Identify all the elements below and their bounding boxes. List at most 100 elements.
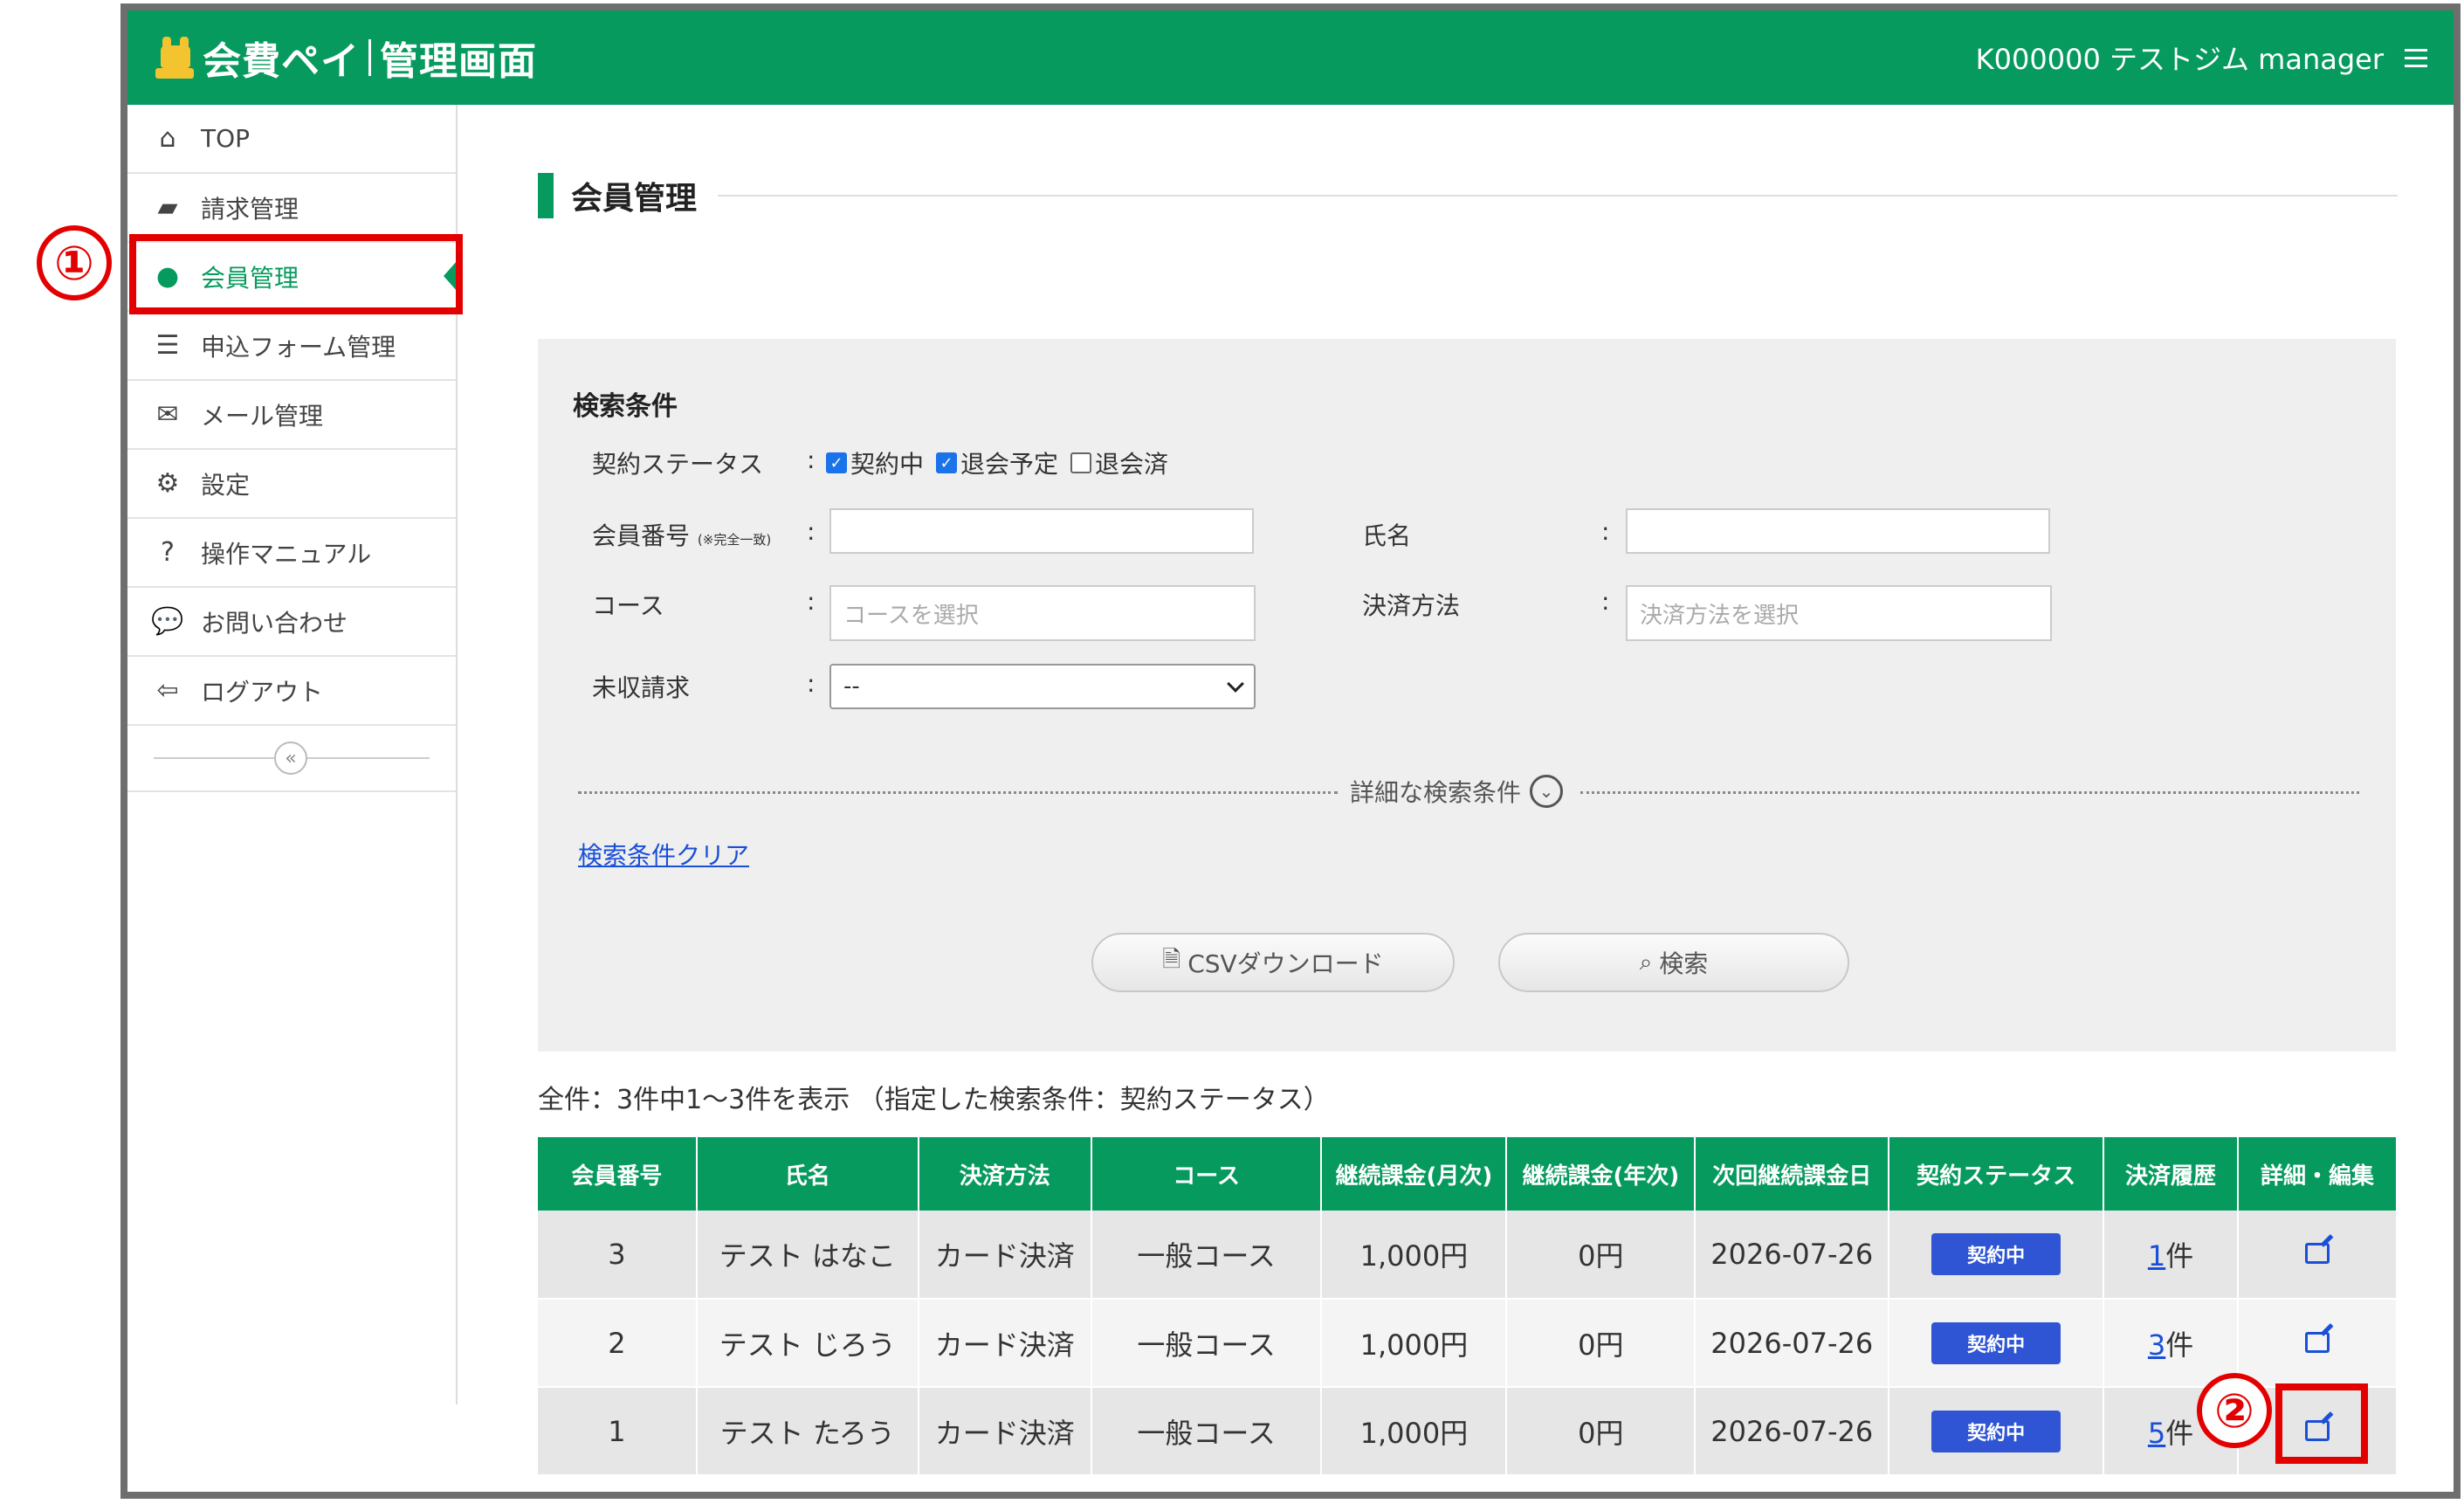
status-active-checkbox[interactable]: ✓ <box>826 452 847 473</box>
payment-label: 決済方法 <box>1362 591 1461 620</box>
list-icon: ☰ <box>155 330 180 361</box>
sidebar-item-label: ログアウト <box>201 677 324 707</box>
payment-select[interactable]: 決済方法を選択 <box>1626 585 2052 641</box>
course-cell: 一般コース <box>1091 1387 1323 1476</box>
member-no-cell: 1 <box>538 1387 698 1476</box>
collapse-sidebar-button[interactable]: « <box>274 742 307 775</box>
status-cell: 契約中 <box>1889 1387 2105 1476</box>
account-name[interactable]: K000000 テストジム manager <box>1976 38 2384 78</box>
monthly-cell: 1,000円 <box>1321 1299 1508 1388</box>
sidebar-item-logout[interactable]: ⇦ ログアウト <box>127 657 456 726</box>
column-header[interactable]: 次回継続課金日 <box>1695 1137 1890 1211</box>
yearly-cell: 0円 <box>1506 1211 1697 1300</box>
column-header[interactable]: 決済履歴 <box>2103 1137 2240 1211</box>
sidebar-item-label: 設定 <box>201 470 251 500</box>
sidebar-item-top[interactable]: ⌂ TOP <box>127 105 456 174</box>
edit-cell <box>2238 1211 2398 1300</box>
colon: : <box>807 445 816 474</box>
edit-icon[interactable] <box>2305 1331 2330 1353</box>
history-unit: 件 <box>2165 1328 2194 1362</box>
status-cell: 契約中 <box>1889 1299 2105 1388</box>
member-no-input[interactable] <box>829 508 1254 554</box>
sidebar-item-label: 請求管理 <box>201 194 299 224</box>
search-button-label: 検索 <box>1659 949 1709 978</box>
colon: : <box>807 517 816 546</box>
edit-icon[interactable] <box>2305 1243 2330 1264</box>
status-left-checkbox[interactable] <box>1070 452 1092 473</box>
column-header[interactable]: 継続課金(年次) <box>1506 1137 1697 1211</box>
logo-divider <box>368 39 371 76</box>
annotation-step-one: ① <box>37 225 112 300</box>
status-active-label[interactable]: 契約中 <box>850 445 924 480</box>
home-icon: ⌂ <box>159 123 176 154</box>
colon: : <box>1601 587 1610 616</box>
course-select[interactable]: コースを選択 <box>829 585 1256 641</box>
sidebar-item-contact[interactable]: 💬 お問い合わせ <box>127 588 456 657</box>
sidebar-item-forms[interactable]: ☰ 申込フォーム管理 <box>127 312 456 381</box>
history-link[interactable]: 5 <box>2148 1417 2165 1450</box>
envelope-icon: ✉ <box>156 399 179 430</box>
clear-search-link[interactable]: 検索条件クリア <box>578 837 749 872</box>
unpaid-label: 未収請求 <box>592 673 691 702</box>
monthly-cell: 1,000円 <box>1321 1211 1508 1300</box>
column-header[interactable]: コース <box>1091 1137 1323 1211</box>
payment-cell: カード決済 <box>918 1211 1092 1300</box>
name-input[interactable] <box>1626 508 2050 554</box>
column-header[interactable]: 決済方法 <box>918 1137 1092 1211</box>
sidebar-item-billing[interactable]: ▰ 請求管理 <box>127 174 456 243</box>
sidebar-item-label: TOP <box>201 124 251 153</box>
table-header-row: 会員番号 氏名 決済方法 コース 継続課金(月次) 継続課金(年次) 次回継続課… <box>538 1137 2398 1211</box>
file-excel-icon: 🗎 <box>1162 947 1181 973</box>
chevron-down-circle-icon: ⌄ <box>1530 775 1564 808</box>
search-panel: 検索条件 契約ステータス : ✓ 契約中 ✓ 退会予定 退会済 会員番号 (※完… <box>538 339 2396 1052</box>
status-leaving-checkbox[interactable]: ✓ <box>936 452 958 473</box>
title-divider <box>718 195 2398 197</box>
course-cell: 一般コース <box>1091 1211 1323 1300</box>
sidebar-item-label: 申込フォーム管理 <box>201 332 396 362</box>
advanced-search-toggle[interactable]: 詳細な検索条件 ⌄ <box>1350 774 1564 809</box>
unpaid-select-value: -- <box>843 673 860 700</box>
status-badge: 契約中 <box>1931 1233 2061 1275</box>
column-header[interactable]: 氏名 <box>696 1137 919 1211</box>
name-cell: テスト じろう <box>696 1299 919 1388</box>
book-icon: ▰ <box>157 192 178 223</box>
status-cell: 契約中 <box>1889 1211 2105 1300</box>
annotation-highlight-members-menu <box>129 234 463 314</box>
history-link[interactable]: 3 <box>2148 1328 2165 1362</box>
app-window: 会費ペイ 管理画面 K000000 テストジム manager ⌂ TOP ▰ … <box>120 3 2461 1499</box>
sidebar-item-mail[interactable]: ✉ メール管理 <box>127 381 456 450</box>
unpaid-select[interactable]: -- <box>829 664 1256 709</box>
status-leaving-label[interactable]: 退会予定 <box>960 445 1058 480</box>
history-link[interactable]: 1 <box>2148 1239 2165 1273</box>
table-row: 2 テスト じろう カード決済 一般コース 1,000円 0円 2026-07-… <box>538 1299 2398 1388</box>
column-header[interactable]: 契約ステータス <box>1889 1137 2105 1211</box>
next-billing-cell: 2026-07-26 <box>1695 1211 1890 1300</box>
logo-subtitle: 管理画面 <box>380 39 537 84</box>
logo[interactable]: 会費ペイ 管理画面 <box>155 10 537 105</box>
page-title-text: 会員管理 <box>571 181 698 217</box>
comments-icon: 💬 <box>151 606 184 637</box>
colon: : <box>807 587 816 616</box>
sidebar-item-settings[interactable]: ⚙ 設定 <box>127 450 456 519</box>
page-title: 会員管理 <box>538 173 2398 218</box>
column-header[interactable]: 会員番号 <box>538 1137 698 1211</box>
sidebar-item-manual[interactable]: ? 操作マニュアル <box>127 519 456 588</box>
advanced-search-label: 詳細な検索条件 <box>1350 778 1522 807</box>
sign-out-icon: ⇦ <box>156 675 179 706</box>
members-table: 会員番号 氏名 決済方法 コース 継続課金(月次) 継続課金(年次) 次回継続課… <box>538 1137 2398 1476</box>
search-button[interactable]: ⌕ 検索 <box>1498 933 1849 992</box>
course-cell: 一般コース <box>1091 1299 1323 1388</box>
search-icon: ⌕ <box>1639 949 1653 976</box>
column-header[interactable]: 継続課金(月次) <box>1321 1137 1508 1211</box>
next-billing-cell: 2026-07-26 <box>1695 1299 1890 1388</box>
search-title: 検索条件 <box>573 391 678 422</box>
status-label: 契約ステータス <box>592 450 764 479</box>
column-header: 詳細・編集 <box>2238 1137 2398 1211</box>
hamburger-icon[interactable] <box>2405 48 2427 67</box>
member-no-cell: 3 <box>538 1211 698 1300</box>
status-left-label[interactable]: 退会済 <box>1095 445 1168 480</box>
sidebar-item-label: 操作マニュアル <box>201 539 372 569</box>
status-checkboxes: ✓ 契約中 ✓ 退会予定 退会済 <box>826 445 1180 480</box>
csv-download-button[interactable]: 🗎 CSVダウンロード <box>1091 933 1455 992</box>
sidebar-collapse-row: « <box>127 726 456 792</box>
